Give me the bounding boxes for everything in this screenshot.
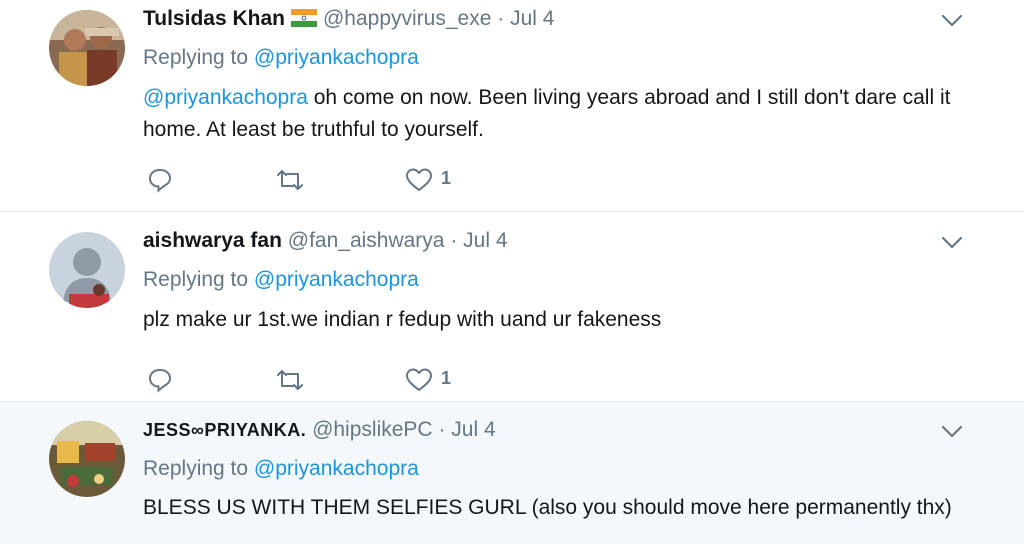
- india-flag-icon: [290, 6, 317, 27]
- tweet-date[interactable]: Jul 4: [451, 418, 495, 441]
- retweet-button[interactable]: [274, 165, 308, 195]
- like-count: 1: [441, 368, 452, 388]
- heart-icon: [406, 368, 432, 391]
- heart-icon: [406, 168, 432, 191]
- reply-button[interactable]: [147, 365, 177, 395]
- author-handle[interactable]: @fan_aishwarya: [288, 229, 445, 252]
- author-name[interactable]: JESS∞PRIYANKA.: [143, 420, 306, 440]
- replying-prefix: Replying to: [143, 46, 249, 69]
- like-button[interactable]: 1: [405, 365, 465, 395]
- avatar[interactable]: [49, 232, 125, 308]
- retweet-icon: [277, 170, 303, 190]
- retweet-icon: [277, 370, 303, 390]
- replying-prefix: Replying to: [143, 457, 249, 480]
- author-handle[interactable]: @hipslikePC: [312, 418, 433, 441]
- replying-to: Replying to @priyankachopra: [143, 268, 419, 292]
- tweet-header: JESS∞PRIYANKA. @hipslikePC · Jul 4: [143, 415, 496, 445]
- reply-icon: [148, 368, 172, 393]
- chevron-down-icon[interactable]: [941, 425, 963, 439]
- text-mention-link[interactable]: @priyankachopra: [143, 86, 308, 109]
- tweet-header: Tulsidas Khan @happyvirus_exe · Jul 4: [143, 4, 554, 34]
- tweet-text: plz make ur 1st.we indian r fedup with u…: [143, 308, 662, 331]
- separator: ·: [438, 418, 446, 441]
- author-name[interactable]: aishwarya fan: [143, 229, 282, 252]
- separator: ·: [450, 229, 458, 252]
- tweet-text: @priyankachopra oh come on now. Been liv…: [143, 82, 983, 146]
- retweet-button[interactable]: [274, 365, 308, 395]
- reply-mention-link[interactable]: @priyankachopra: [254, 46, 419, 69]
- avatar[interactable]: [49, 10, 125, 86]
- replying-prefix: Replying to: [143, 268, 249, 291]
- separator: ·: [497, 7, 505, 30]
- like-count: 1: [441, 168, 452, 188]
- author-handle[interactable]: @happyvirus_exe: [323, 7, 491, 30]
- tweet[interactable]: aishwarya fan @fan_aishwarya · Jul 4 Rep…: [0, 212, 1024, 402]
- tweet-header: aishwarya fan @fan_aishwarya · Jul 4: [143, 226, 508, 256]
- replying-to: Replying to @priyankachopra: [143, 46, 419, 70]
- author-name[interactable]: Tulsidas Khan: [143, 7, 285, 30]
- chevron-down-icon[interactable]: [941, 14, 963, 28]
- reply-mention-link[interactable]: @priyankachopra: [254, 457, 419, 480]
- reply-icon: [148, 168, 172, 193]
- tweet-date[interactable]: Jul 4: [463, 229, 507, 252]
- avatar[interactable]: [49, 421, 125, 497]
- tweet[interactable]: Tulsidas Khan @happyvirus_exe · Jul 4 Rep…: [0, 0, 1024, 212]
- replying-to: Replying to @priyankachopra: [143, 457, 419, 481]
- chevron-down-icon[interactable]: [941, 236, 963, 250]
- tweet[interactable]: JESS∞PRIYANKA. @hipslikePC · Jul 4 Reply…: [0, 402, 1024, 544]
- tweet-date[interactable]: Jul 4: [510, 7, 554, 30]
- reply-mention-link[interactable]: @priyankachopra: [254, 268, 419, 291]
- like-button[interactable]: 1: [405, 165, 465, 195]
- tweet-text: BLESS US WITH THEM SELFIES GURL (also yo…: [143, 496, 952, 519]
- reply-button[interactable]: [147, 165, 177, 195]
